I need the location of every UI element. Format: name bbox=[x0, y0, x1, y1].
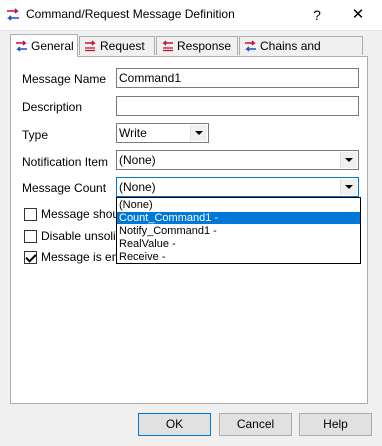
tab-request[interactable]: Request bbox=[79, 36, 155, 55]
dropdown-option[interactable]: Notify_Command1 - bbox=[117, 225, 360, 237]
checkbox-disable-unsolicited-label: Disable unsolici bbox=[41, 229, 125, 243]
checkbox-disable-unsolicited[interactable] bbox=[24, 230, 37, 243]
response-tab-icon bbox=[162, 40, 173, 52]
dropdown-option[interactable]: (None) bbox=[117, 199, 360, 211]
title-bar: Command/Request Message Definition ? ✕ bbox=[0, 0, 382, 31]
notification-item-label: Notification Item bbox=[22, 155, 109, 169]
help-button[interactable]: Help bbox=[299, 413, 372, 436]
chevron-down-icon[interactable] bbox=[340, 152, 357, 168]
type-label: Type bbox=[22, 128, 49, 142]
checkbox-message-should-label: Message shoulc bbox=[41, 207, 128, 221]
checkbox-message-enabled[interactable] bbox=[24, 251, 37, 264]
message-name-label: Message Name bbox=[22, 72, 107, 86]
tab-response-label: Response bbox=[177, 39, 232, 53]
help-title-button[interactable]: ? bbox=[302, 0, 332, 30]
tab-request-label: Request bbox=[100, 39, 145, 53]
message-count-value: (None) bbox=[119, 180, 156, 194]
tab-general-label: General bbox=[31, 39, 74, 53]
checkbox-message-enabled-label: Message is enal bbox=[41, 250, 128, 264]
message-name-input[interactable]: Command1 bbox=[116, 68, 359, 88]
dropdown-option-selected[interactable]: Count_Command1 - bbox=[117, 212, 360, 224]
type-select[interactable]: Write bbox=[116, 123, 209, 143]
tab-chains-and-triggers[interactable]: Chains and Triggers bbox=[239, 36, 363, 72]
cancel-button[interactable]: Cancel bbox=[219, 413, 292, 436]
request-tab-icon bbox=[85, 40, 96, 52]
window-title: Command/Request Message Definition bbox=[26, 7, 235, 21]
message-count-select[interactable]: (None) bbox=[116, 177, 359, 197]
message-count-dropdown-list: (None) Count_Command1 - Notify_Command1 … bbox=[116, 197, 361, 264]
description-input[interactable] bbox=[116, 96, 359, 116]
notification-item-select[interactable]: (None) bbox=[116, 150, 359, 170]
close-button[interactable]: ✕ bbox=[343, 0, 373, 30]
description-label: Description bbox=[22, 100, 83, 114]
command-request-icon bbox=[7, 8, 19, 21]
chevron-down-icon[interactable] bbox=[190, 125, 207, 141]
dropdown-option[interactable]: RealValue - bbox=[117, 238, 360, 250]
message-count-label: Message Count bbox=[22, 181, 107, 195]
checkbox-message-should[interactable] bbox=[24, 208, 37, 221]
type-value: Write bbox=[119, 126, 147, 140]
chains-tab-icon bbox=[245, 40, 256, 52]
tab-response[interactable]: Response bbox=[156, 36, 238, 55]
notification-item-value: (None) bbox=[119, 153, 156, 167]
tab-general[interactable]: General bbox=[10, 34, 78, 57]
dropdown-option[interactable]: Receive - bbox=[117, 251, 360, 263]
ok-button[interactable]: OK bbox=[138, 413, 211, 436]
general-tab-icon bbox=[16, 40, 27, 52]
chevron-down-icon[interactable] bbox=[340, 179, 357, 195]
